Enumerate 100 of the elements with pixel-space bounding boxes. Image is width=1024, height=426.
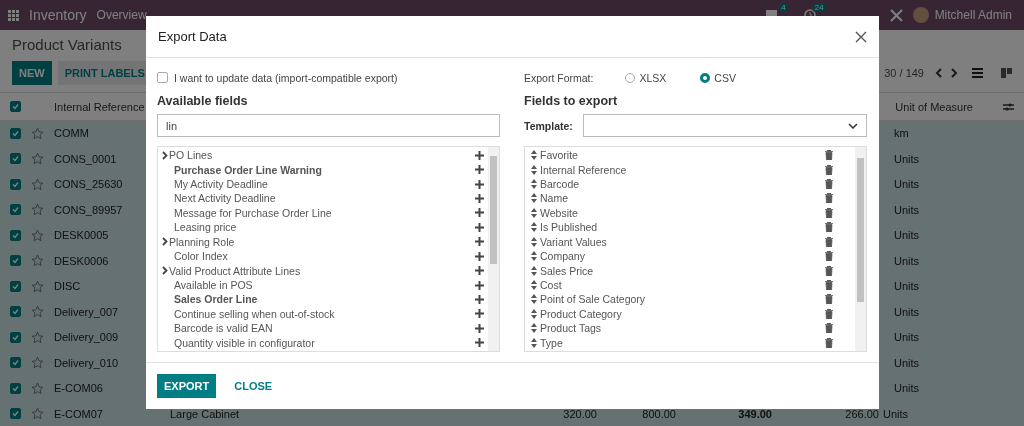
format-radio[interactable]: CSV xyxy=(700,71,736,84)
trash-icon[interactable] xyxy=(825,265,833,276)
star-icon[interactable] xyxy=(31,177,44,191)
plus-icon[interactable] xyxy=(475,237,484,247)
plus-icon[interactable] xyxy=(475,266,484,276)
field-item[interactable]: My Activity Deadline xyxy=(174,178,475,191)
plus-icon[interactable] xyxy=(475,179,484,189)
star-icon[interactable] xyxy=(31,203,44,217)
sort-icon[interactable] xyxy=(531,294,537,305)
plus-icon[interactable] xyxy=(475,193,484,203)
field-item[interactable]: Color Index xyxy=(174,250,475,263)
field-item[interactable]: Planning Role xyxy=(169,235,475,248)
plus-icon[interactable] xyxy=(475,323,484,333)
field-item[interactable]: Sales Price xyxy=(540,264,825,277)
row-checkbox[interactable] xyxy=(10,178,21,190)
plus-icon[interactable] xyxy=(475,309,484,319)
row-checkbox[interactable] xyxy=(10,408,21,420)
plus-icon[interactable] xyxy=(475,280,484,290)
chevron-left-icon[interactable] xyxy=(935,68,942,78)
trash-icon[interactable] xyxy=(825,294,833,305)
plus-icon[interactable] xyxy=(475,165,484,175)
plus-icon[interactable] xyxy=(475,294,484,304)
list-view-icon[interactable] xyxy=(972,68,983,78)
plus-icon[interactable] xyxy=(475,338,484,348)
row-checkbox[interactable] xyxy=(10,127,21,139)
field-item[interactable]: Name xyxy=(540,192,825,205)
trash-icon[interactable] xyxy=(825,308,833,319)
star-icon[interactable] xyxy=(31,152,44,166)
field-item[interactable]: Message for Purchase Order Line xyxy=(174,206,475,219)
star-icon[interactable] xyxy=(31,407,44,421)
trash-icon[interactable] xyxy=(825,193,833,204)
field-item[interactable]: Available in POS xyxy=(174,279,475,291)
star-icon[interactable] xyxy=(31,381,44,395)
trash-icon[interactable] xyxy=(825,251,833,262)
kanban-view-icon[interactable] xyxy=(1001,68,1012,78)
field-item[interactable]: PO Lines xyxy=(169,149,475,162)
column-header[interactable]: Unit of Measure xyxy=(895,100,973,113)
field-item[interactable]: Next Activity Deadline xyxy=(174,192,475,205)
trash-icon[interactable] xyxy=(825,236,833,247)
sort-icon[interactable] xyxy=(531,308,537,319)
menu-item[interactable]: Overview xyxy=(96,8,147,22)
row-checkbox[interactable] xyxy=(10,357,21,369)
close-button[interactable] xyxy=(855,30,867,43)
field-item[interactable]: Barcode is valid EAN xyxy=(174,322,475,335)
field-item[interactable]: Point of Sale Category xyxy=(540,293,825,306)
column-header[interactable]: Internal Reference xyxy=(54,100,145,113)
chevron-right-icon[interactable] xyxy=(951,68,958,78)
plus-icon[interactable] xyxy=(475,222,484,232)
column-settings-icon[interactable] xyxy=(1003,101,1014,112)
plus-icon[interactable] xyxy=(475,150,484,160)
field-item[interactable]: Valid Product Attribute Lines xyxy=(169,264,475,277)
trash-icon[interactable] xyxy=(825,207,833,218)
field-item[interactable]: Purchase Order Line Warning xyxy=(174,163,475,176)
export-button[interactable]: EXPORT xyxy=(157,374,217,398)
field-item[interactable]: Barcode xyxy=(540,178,825,191)
user-name[interactable]: Mitchell Admin xyxy=(934,8,1012,22)
field-item[interactable]: Website xyxy=(540,206,825,219)
star-icon[interactable] xyxy=(31,305,44,319)
star-icon[interactable] xyxy=(31,126,44,140)
sort-icon[interactable] xyxy=(531,150,537,161)
trash-icon[interactable] xyxy=(825,280,833,290)
field-item[interactable]: Internal Reference xyxy=(540,163,825,176)
field-item[interactable]: Leasing price xyxy=(174,221,475,234)
sort-icon[interactable] xyxy=(531,222,537,233)
sort-icon[interactable] xyxy=(531,179,537,190)
chevron-right-icon[interactable] xyxy=(162,150,168,160)
field-item[interactable]: Product Tags xyxy=(540,322,825,335)
sort-icon[interactable] xyxy=(531,251,537,262)
row-checkbox[interactable] xyxy=(10,280,21,292)
format-radio[interactable]: XLSX xyxy=(625,71,667,84)
field-item[interactable]: Variant Values xyxy=(540,235,825,248)
field-item[interactable]: Sales Order Line xyxy=(174,293,475,306)
trash-icon[interactable] xyxy=(825,164,833,175)
star-icon[interactable] xyxy=(31,356,44,370)
apps-grid-icon[interactable] xyxy=(8,9,19,21)
import-compatible-checkbox[interactable] xyxy=(157,72,168,83)
scrollbar[interactable] xyxy=(488,147,499,351)
chevron-right-icon[interactable] xyxy=(162,237,168,247)
plus-icon[interactable] xyxy=(475,251,484,261)
trash-icon[interactable] xyxy=(825,337,833,348)
row-checkbox[interactable] xyxy=(10,204,21,216)
close-link[interactable]: CLOSE xyxy=(228,379,279,393)
star-icon[interactable] xyxy=(31,228,44,242)
field-item[interactable]: Cost xyxy=(540,279,825,291)
star-icon[interactable] xyxy=(31,279,44,293)
field-item[interactable]: Product Category xyxy=(540,307,825,320)
scrollbar[interactable] xyxy=(855,147,866,351)
field-item[interactable]: Favorite xyxy=(540,149,825,162)
trash-icon[interactable] xyxy=(825,323,833,334)
sort-icon[interactable] xyxy=(531,323,537,334)
star-icon[interactable] xyxy=(31,330,44,344)
search-field[interactable]: lin xyxy=(157,114,500,137)
chevron-down-icon[interactable] xyxy=(848,122,858,129)
sort-icon[interactable] xyxy=(531,207,537,218)
row-checkbox[interactable] xyxy=(10,255,21,267)
star-icon[interactable] xyxy=(31,254,44,268)
sort-icon[interactable] xyxy=(531,236,537,247)
row-checkbox[interactable] xyxy=(10,153,21,165)
sort-icon[interactable] xyxy=(531,164,537,175)
trash-icon[interactable] xyxy=(825,150,833,161)
